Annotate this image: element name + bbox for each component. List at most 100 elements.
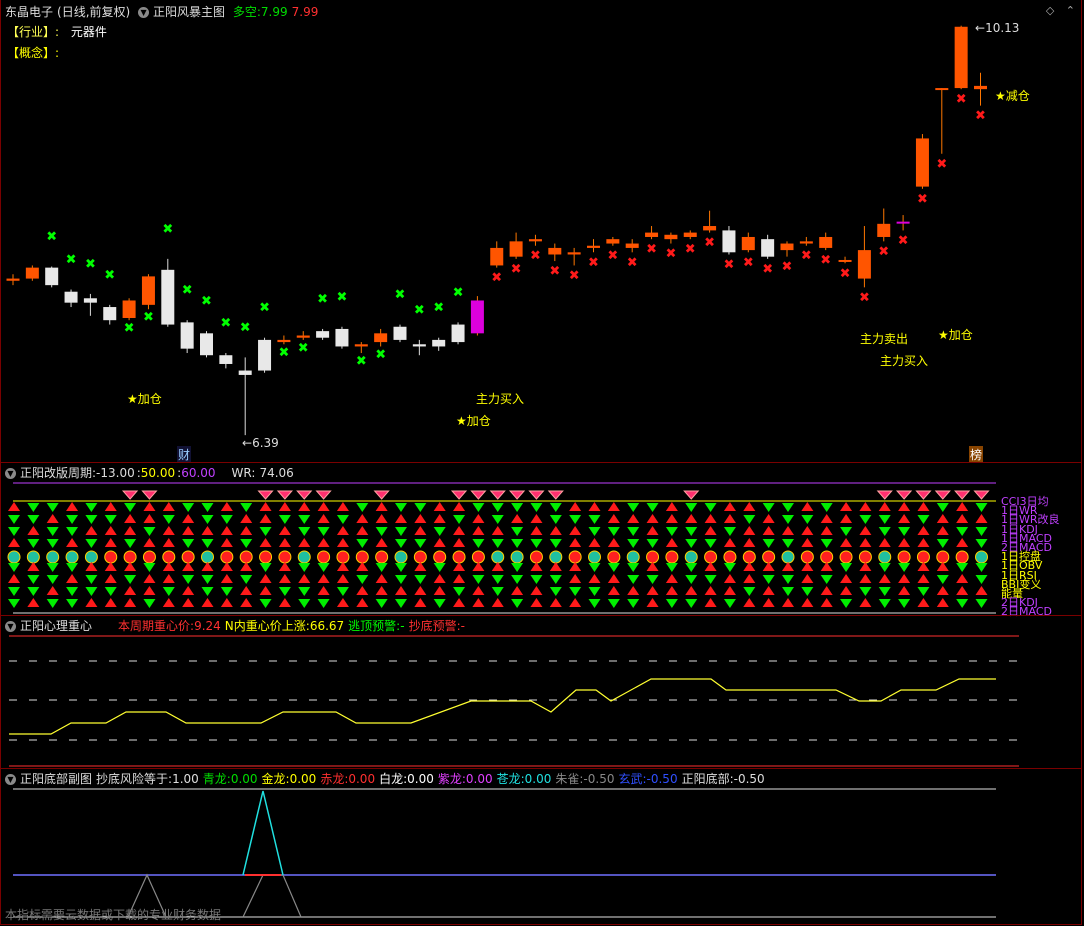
cai-badge[interactable]: 财 [177,446,192,463]
cycle-arrow-up [472,598,485,607]
cycle-arrow-up [162,598,175,607]
cycle-arrow-up [782,562,794,571]
cycle-arrow-down [66,527,79,536]
cycle-pane[interactable]: ▼ 正阳改版周期:-13.00:50.00:60.00 WR: 74.06 CCI3日… [0,462,1082,618]
cycle-arrow-up [317,586,330,595]
cycle-arrow-down [433,527,446,536]
heart-toggle-icon[interactable]: ▼ [5,621,16,632]
green-x-marker: ✖ [395,288,406,303]
cycle-arrow-up [278,598,291,607]
cycle-arrow-up [201,562,214,571]
cycle-arrow-down [356,503,369,512]
canglong-value: 0.00 [524,772,552,786]
jiacang-annotation-3: ★加仓 [938,328,973,342]
cycle-legend: CCI3日均 1日WR 1日WR改良 1日KDJ 1日MACD 2日MACD 1日控盘 1日O… [1001,496,1081,618]
cycle-arrow-down [704,503,717,512]
bottom-title[interactable]: 正阳底部副图 [20,772,92,786]
cycle-arrow-up [317,538,330,547]
cycle-header: ▼ 正阳改版周期:-13.00:50.00:60.00 WR: 74.06 [5,465,298,481]
bottom-toggle-icon[interactable]: ▼ [5,774,16,785]
cycle-arrow-up [124,586,137,595]
cycle-arrow-up [433,514,446,523]
cycle-arrow-up [820,598,833,607]
red-x-marker: ✖ [956,92,967,107]
heart-gravity-line [9,678,996,735]
cyan-peak [242,790,284,876]
cycle-arrow-up [801,574,814,583]
cycle-badge [65,550,79,564]
green-x-marker: ✖ [414,303,425,318]
cycle-badge [762,550,776,564]
zyd-value: -0.50 [733,772,765,786]
cycle-arrow-up [104,502,117,511]
cycle-title[interactable]: 正阳改版周期: [20,466,96,480]
cycle-arrow-up [220,562,233,571]
bottom-pane[interactable]: ▼ 正阳底部副图 抄底风险等于:1.00 青龙:0.00 金龙:0.00 赤龙:0.00 白… [0,768,1082,925]
cycle-arrow-up [278,562,291,571]
cycle-arrow-up [317,502,330,511]
cycle-arrow-up [607,502,620,511]
cycle-arrow-up [840,514,853,523]
indicator-toggle-icon[interactable]: ▼ [138,7,150,18]
cycle-arrow-down [240,503,253,512]
red-x-marker: ✖ [511,262,522,277]
cycle-arrow-up [414,526,427,535]
cycle-arrow-down [762,503,775,512]
cycle-arrow-up [820,586,833,595]
cycle-arrow-down [46,527,59,536]
red-x-marker: ✖ [665,247,676,262]
cycle-arrow-up [530,514,543,523]
main-chart-pane[interactable]: ✖ ✖ ✖ ✖ ✖ ✖ ✖ ✖ ✖ ✖ ✖ ✖ ✖ ✖ ✖ ✖ ✖ ✖ ✖ ✖ ✖ ✖ ✖ ✖ ✖ ✖ ✖ ✖ ✖ ✖ ✖ ✖ ✖ ✖ ✖ ✖ ✖ ✖ ✖ ✖… [0,0,1082,463]
cycle-arrow-up [859,562,872,571]
red-x-marker: ✖ [723,257,734,272]
cycle-arrow-up [956,574,969,583]
cycle-badge [278,550,292,564]
cycle-toggle-icon[interactable]: ▼ [5,468,16,479]
cycle-arrow-down [685,563,698,572]
cycle-arrow-down [549,503,562,512]
cycle-arrow-up [549,598,562,607]
bang-badge[interactable]: 榜 [969,446,984,463]
cycle-arrow-down [588,527,601,536]
chevron-up-icon[interactable]: ⌃ [1066,4,1075,17]
cycle-arrow-down [201,587,214,596]
cycle-arrow-up [453,562,466,571]
cycle-arrow-up [66,538,79,547]
candle-body [954,26,968,89]
red-x-marker: ✖ [917,192,928,207]
cycle-arrow-up [414,586,427,595]
cycle-arrow-up [704,562,717,571]
cycle-badge [704,550,718,564]
cycle-arrow-down [782,539,794,548]
diamond-icon[interactable]: ◇ [1046,4,1054,17]
red-x-marker: ✖ [743,255,754,270]
green-x-marker: ✖ [453,285,464,300]
cycle-arrow-down [511,527,524,536]
cycle-arrow-up [723,574,736,583]
cycle-badge [259,550,273,564]
cycle-arrow-down [723,563,736,572]
cycle-arrow-up [8,538,20,547]
cycle-arrow-up [820,526,833,535]
industry-value: 元器件 [70,25,107,39]
cycle-arrow-down [975,563,988,572]
xuanwu-value: -0.50 [646,772,678,786]
heart-title[interactable]: 正阳心理重心 [20,619,92,633]
cycle-arrow-down [356,575,369,584]
cycle-arrow-down [898,527,911,536]
green-x-marker: ✖ [201,294,212,309]
cycle-arrow-up [530,562,543,571]
cycle-arrow-up [143,514,156,523]
cycle-arrow-up [375,502,388,511]
cycle-arrow-up [433,502,446,511]
candlestick-chart[interactable]: ✖ ✖ ✖ ✖ ✖ ✖ ✖ ✖ ✖ ✖ ✖ ✖ ✖ ✖ ✖ ✖ ✖ ✖ ✖ ✖ ✖ ✖ ✖ ✖ ✖ ✖ ✖ ✖ ✖ ✖ ✖ ✖ ✖ ✖ ✖ ✖ ✖ ✖ ✖ ✖… [1,0,1083,463]
cycle-arrow-up [530,598,543,607]
indicator-name[interactable]: 正阳风暴主图 [153,5,225,19]
red-x-marker: ✖ [878,244,889,259]
cycle-arrow-up [762,586,775,595]
weekly-label: 本周期重心价: [118,619,195,633]
cycle-arrow-down [46,575,59,584]
candle-body [296,335,310,338]
cycle-arrow-down [878,587,891,596]
heart-pane[interactable]: ▼ 正阳心理重心 本周期重心价:9.24 N内重心价上涨:66.67 逃顶预警:- 抄底预… [0,615,1082,769]
